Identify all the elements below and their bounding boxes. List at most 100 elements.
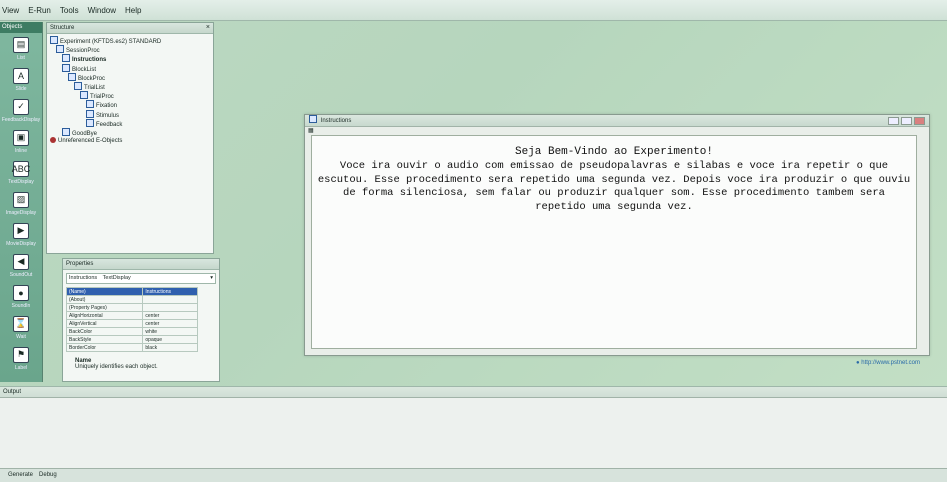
property-name: BorderColor	[65, 343, 144, 352]
tree-node-label: BlockProc	[78, 75, 106, 82]
instructions-heading: Seja Bem-Vindo ao Experimento!	[514, 146, 714, 158]
imagedisplay-icon: ▨	[13, 191, 29, 208]
toolbox-item-list[interactable]: ▤ List	[0, 33, 42, 64]
properties-grid: (Name) Instructions (About) (Property Pages…	[65, 287, 198, 352]
structure-panel: Structure × Experiment (KFTDS.es2) STAND…	[46, 22, 214, 254]
tree-node[interactable]: BlockList	[50, 63, 210, 73]
property-name: AlignVertical	[65, 319, 144, 328]
menu-window[interactable]: Window	[88, 6, 116, 15]
pstnet-link-text: http://www.pstnet.com	[861, 360, 920, 366]
property-row[interactable]: BorderColor black	[65, 343, 198, 352]
tree-node[interactable]: Experiment (KFTDS.es2) STANDARD	[50, 36, 210, 45]
instructions-title-bar: Instructions	[305, 115, 929, 127]
output-tabs: Generate Debug	[0, 468, 947, 482]
procedure-icon	[56, 45, 64, 54]
textdisplay-icon	[86, 118, 94, 127]
close-icon[interactable]: ×	[206, 23, 210, 33]
toolbox-item-label: MovieDisplay	[6, 240, 36, 247]
minimize-button[interactable]	[888, 117, 899, 125]
slide-icon: A	[13, 67, 29, 84]
property-description-text: Uniquely identifies each object.	[75, 364, 158, 370]
textdisplay-icon	[309, 115, 317, 123]
chevron-down-icon[interactable]: ▾	[210, 274, 213, 283]
label-icon: ⚑	[13, 346, 29, 363]
toolbox-item-inline[interactable]: ▣ Inline	[0, 126, 42, 157]
procedure-icon	[80, 91, 88, 100]
object-selector[interactable]: Instructions TextDisplay ▾	[66, 273, 216, 284]
tree-node[interactable]: TrialList	[50, 81, 210, 91]
tree-node[interactable]: BlockProc	[50, 72, 210, 82]
property-name: (About)	[65, 295, 144, 304]
property-description: Name Uniquely identifies each object.	[75, 358, 211, 370]
tab-debug[interactable]: Debug	[39, 472, 57, 478]
tree-node[interactable]: Stimulus	[50, 109, 210, 119]
properties-title-bar: Properties	[63, 259, 219, 270]
property-value[interactable]	[142, 295, 198, 304]
tree-node[interactable]: TrialProc	[50, 91, 210, 100]
instructions-preview-window: Instructions ▦ Seja Bem-Vindo ao Experim…	[304, 114, 930, 356]
property-row[interactable]: AlignVertical center	[65, 319, 198, 328]
toolbox-item-textdisplay[interactable]: ABC TextDisplay	[0, 157, 42, 188]
property-row[interactable]: BackColor white	[65, 327, 198, 336]
property-value[interactable]: white	[142, 327, 198, 336]
menu-view[interactable]: View	[2, 6, 19, 15]
wait-icon: ⌛	[13, 315, 29, 332]
property-row[interactable]: (About)	[65, 295, 198, 304]
property-name: (Property Pages)	[65, 303, 144, 312]
toolbox-item-label: Wait	[16, 333, 26, 340]
property-row[interactable]: (Property Pages)	[65, 303, 198, 312]
tab-generate[interactable]: Generate	[8, 472, 33, 478]
tree-node[interactable]: Instructions	[50, 54, 210, 63]
object-type: TextDisplay	[102, 275, 131, 281]
close-button[interactable]	[914, 117, 925, 125]
menu-erun[interactable]: E-Run	[28, 6, 51, 15]
tree-node-label: GoodBye	[72, 130, 98, 137]
menu-help[interactable]: Help	[125, 6, 141, 15]
toolbox-title: Objects	[0, 22, 42, 33]
toolbox-item-label: Inline	[15, 147, 27, 154]
property-value[interactable]: black	[142, 343, 198, 352]
property-row[interactable]: BackStyle opaque	[65, 335, 198, 344]
toolbox-item-label: Slide	[15, 85, 27, 92]
properties-title: Properties	[66, 261, 94, 267]
soundout-icon: ◀	[13, 253, 29, 270]
inline-icon: ▣	[13, 129, 29, 146]
tree-node[interactable]: GoodBye	[50, 127, 210, 137]
tree-node-label: Feedback	[96, 121, 123, 128]
instructions-window-title: Instructions	[320, 118, 352, 124]
pstnet-link[interactable]: ● http://www.pstnet.com	[856, 360, 920, 366]
property-value[interactable]: opaque	[142, 335, 198, 344]
property-row[interactable]: (Name) Instructions	[65, 287, 198, 296]
tree-node-label: Stimulus	[96, 112, 120, 119]
tree-node[interactable]: Fixation	[50, 100, 210, 109]
structure-tree: Experiment (KFTDS.es2) STANDARD SessionPr…	[47, 34, 213, 148]
structure-title: Structure	[50, 25, 75, 31]
property-value[interactable]: center	[142, 319, 198, 328]
maximize-button[interactable]	[901, 117, 912, 125]
tree-node[interactable]: SessionProc	[50, 45, 210, 54]
toolbox-item-soundout[interactable]: ◀ SoundOut	[0, 250, 42, 281]
instructions-body: Voce ira ouvir o audio com emissao de ps…	[317, 160, 911, 213]
properties-icon[interactable]: ▦	[308, 128, 314, 134]
textdisplay-icon	[62, 54, 70, 63]
property-value[interactable]: Instructions	[142, 287, 198, 296]
property-row[interactable]: AlignHorizontal center	[65, 311, 198, 320]
unreferenced-icon	[50, 137, 56, 144]
instructions-canvas[interactable]: Seja Bem-Vindo ao Experimento! Voce ira …	[311, 135, 917, 349]
list-icon: ▤	[13, 36, 29, 53]
tree-node-label: TrialProc	[90, 94, 114, 101]
toolbox-item-wait[interactable]: ⌛ Wait	[0, 312, 42, 343]
tree-node[interactable]: Feedback	[50, 118, 210, 128]
toolbox-item-moviedisplay[interactable]: ▶ MovieDisplay	[0, 219, 42, 250]
tree-node[interactable]: Unreferenced E-Objects	[50, 137, 210, 146]
toolbox-item-soundin[interactable]: ● SoundIn	[0, 281, 42, 312]
property-name: (Name)	[65, 287, 144, 296]
toolbox-item-feedbackdisplay[interactable]: ✓ FeedbackDisplay	[0, 95, 42, 126]
toolbox-item-slide[interactable]: A Slide	[0, 64, 42, 95]
toolbox-item-imagedisplay[interactable]: ▨ ImageDisplay	[0, 188, 42, 219]
property-value[interactable]	[142, 303, 198, 312]
tree-node-label: SessionProc	[66, 48, 100, 55]
toolbox-item-label[interactable]: ⚑ Label	[0, 343, 42, 374]
property-value[interactable]: center	[142, 311, 198, 320]
menu-tools[interactable]: Tools	[60, 6, 79, 15]
